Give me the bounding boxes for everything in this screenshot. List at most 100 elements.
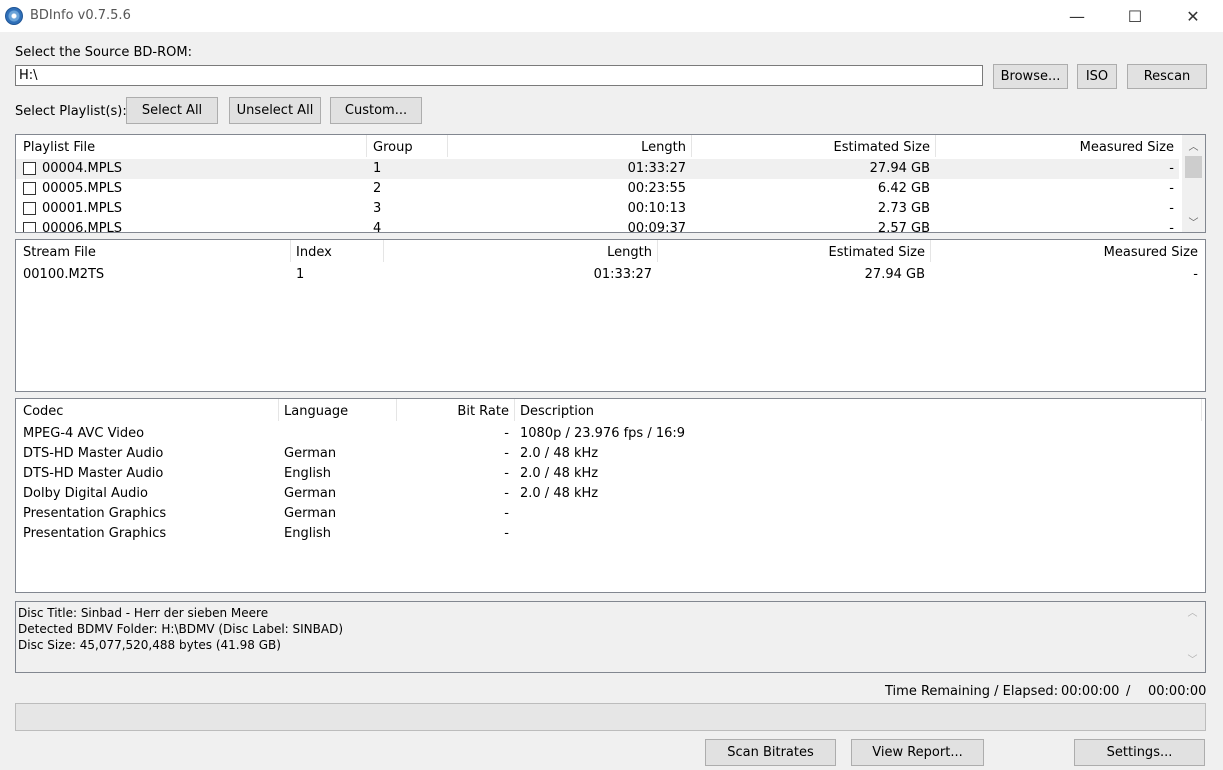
codec-bit-rate: - [504,426,509,441]
codec-bit-rate: - [504,506,509,521]
iso-button[interactable]: ISO [1077,64,1117,89]
stream-measured-size: - [1193,267,1198,282]
table-row[interactable]: DTS-HD Master Audio German - 2.0 / 48 kH… [16,444,1205,464]
table-row[interactable]: 00005.MPLS 2 00:23:55 6.42 GB - [16,179,1179,199]
table-row[interactable]: Dolby Digital Audio German - 2.0 / 48 kH… [16,484,1205,504]
scan-progress-bar [15,703,1206,731]
codec-name: Dolby Digital Audio [23,486,148,501]
stream-table[interactable]: Stream File Index Length Estimated Size … [15,239,1206,392]
stream-file: 00100.M2TS [23,267,105,282]
playlist-table[interactable]: Playlist File Group Length Estimated Siz… [15,134,1206,233]
header-bit-rate[interactable]: Bit Rate [396,404,509,419]
codec-header: Codec Language Bit Rate Description [16,399,1205,421]
codec-table[interactable]: Codec Language Bit Rate Description MPEG… [15,398,1206,593]
rescan-button[interactable]: Rescan [1127,64,1207,89]
codec-language: German [284,506,337,521]
table-row[interactable]: MPEG-4 AVC Video - 1080p / 23.976 fps / … [16,424,1205,444]
header-group[interactable]: Group [373,140,413,155]
disc-icon [5,7,23,25]
maximize-button[interactable]: ☐ [1106,0,1164,32]
scroll-up-icon[interactable]: ︿ [1185,137,1202,154]
playlist-length: 00:23:55 [627,181,686,196]
scroll-down-icon[interactable]: ﹀ [1185,213,1202,230]
header-length[interactable]: Length [447,140,686,155]
disc-size-line: Disc Size: 45,077,520,488 bytes (41.98 G… [18,638,281,652]
playlist-length: 00:10:13 [627,201,686,216]
playlist-checkbox[interactable] [23,162,36,175]
codec-bit-rate: - [504,526,509,541]
disc-info-textarea[interactable]: Disc Title: Sinbad - Herr der sieben Mee… [15,601,1206,673]
scroll-down-icon[interactable]: ﹀ [1184,652,1201,669]
playlist-measured-size: - [1169,161,1174,176]
time-label: Time Remaining / Elapsed: [885,684,1059,699]
table-row[interactable]: 00006.MPLS 4 00:09:37 2.57 GB - [16,219,1179,233]
header-length[interactable]: Length [383,245,652,260]
stream-index: 1 [296,267,305,282]
close-button[interactable]: ✕ [1164,0,1222,32]
playlist-checkbox[interactable] [23,182,36,195]
playlist-estimated-size: 27.94 GB [869,161,930,176]
table-row[interactable]: Presentation Graphics English - [16,524,1205,544]
codec-description: 2.0 / 48 kHz [520,466,599,481]
header-measured-size[interactable]: Measured Size [935,140,1174,155]
playlist-length: 01:33:27 [627,161,686,176]
table-row[interactable]: 00100.M2TS 1 01:33:27 27.94 GB - [16,264,1205,284]
header-index[interactable]: Index [296,245,332,260]
codec-name: DTS-HD Master Audio [23,466,164,481]
unselect-all-button[interactable]: Unselect All [229,97,321,124]
settings-button[interactable]: Settings... [1074,739,1205,766]
playlist-checkbox[interactable] [23,202,36,215]
scan-bitrates-button[interactable]: Scan Bitrates [705,739,836,766]
codec-name: MPEG-4 AVC Video [23,426,145,441]
header-playlist-file[interactable]: Playlist File [23,140,95,155]
playlist-estimated-size: 6.42 GB [877,181,930,196]
playlist-group: 1 [373,161,382,176]
stream-estimated-size: 27.94 GB [864,267,925,282]
codec-bit-rate: - [504,466,509,481]
custom-button[interactable]: Custom... [330,97,422,124]
codec-language: German [284,446,337,461]
playlist-file: 00006.MPLS [42,221,123,233]
header-estimated-size[interactable]: Estimated Size [657,245,926,260]
header-codec[interactable]: Codec [23,404,63,419]
scroll-up-icon[interactable]: ︿ [1184,605,1201,622]
playlist-estimated-size: 2.57 GB [877,221,930,233]
playlist-group: 3 [373,201,382,216]
playlist-file: 00005.MPLS [42,181,123,196]
source-label: Select the Source BD-ROM: [15,45,192,60]
time-elapsed: 00:00:00 [1148,684,1207,699]
table-row[interactable]: DTS-HD Master Audio English - 2.0 / 48 k… [16,464,1205,484]
table-row[interactable]: 00004.MPLS 1 01:33:27 27.94 GB - [16,159,1179,179]
header-stream-file[interactable]: Stream File [23,245,96,260]
playlist-scrollbar[interactable]: ︿ ﹀ [1182,135,1205,232]
codec-description: 2.0 / 48 kHz [520,486,599,501]
minimize-button[interactable]: — [1048,0,1106,32]
playlist-file: 00004.MPLS [42,161,123,176]
playlist-file: 00001.MPLS [42,201,123,216]
playlist-length: 00:09:37 [627,221,686,233]
playlist-estimated-size: 2.73 GB [877,201,930,216]
scroll-thumb[interactable] [1185,156,1202,178]
select-playlists-label: Select Playlist(s): [15,104,127,119]
playlist-measured-size: - [1169,181,1174,196]
source-path-input[interactable]: H:\ [15,65,983,86]
bdmv-folder-line: Detected BDMV Folder: H:\BDMV (Disc Labe… [18,622,344,636]
header-measured-size[interactable]: Measured Size [930,245,1198,260]
codec-bit-rate: - [504,486,509,501]
playlist-checkbox[interactable] [23,222,36,232]
codec-language: English [284,466,331,481]
time-separator: / [1126,684,1131,699]
codec-description: 1080p / 23.976 fps / 16:9 [520,426,686,441]
codec-name: DTS-HD Master Audio [23,446,164,461]
view-report-button[interactable]: View Report... [851,739,984,766]
header-language[interactable]: Language [284,404,348,419]
header-estimated-size[interactable]: Estimated Size [691,140,931,155]
title-bar: BDInfo v0.7.5.6 — ☐ ✕ [0,0,1223,32]
select-all-button[interactable]: Select All [126,97,218,124]
header-description[interactable]: Description [520,404,594,419]
stream-header: Stream File Index Length Estimated Size … [16,240,1205,262]
table-row[interactable]: 00001.MPLS 3 00:10:13 2.73 GB - [16,199,1179,219]
playlist-measured-size: - [1169,201,1174,216]
table-row[interactable]: Presentation Graphics German - [16,504,1205,524]
browse-button[interactable]: Browse... [993,64,1068,89]
